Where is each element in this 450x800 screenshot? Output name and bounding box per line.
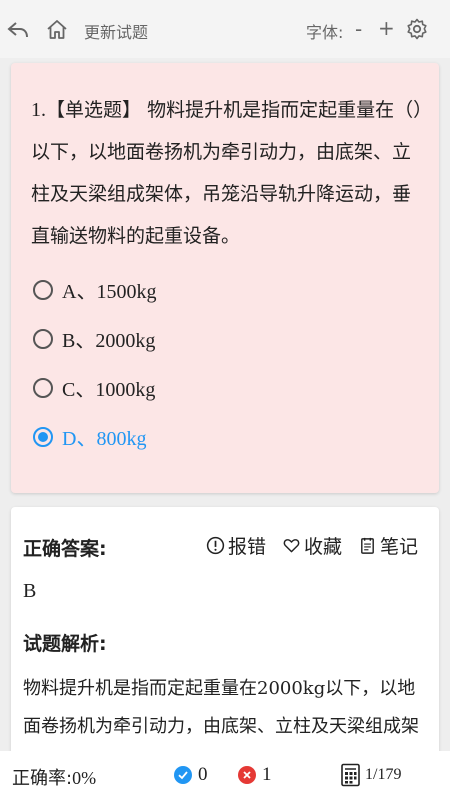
accuracy-label: 正确率:: [12, 768, 73, 789]
update-questions-link[interactable]: 更新试题: [84, 19, 148, 43]
question-stem: 物料提升机是指而定起重量在（）以下，以地面卷扬机为牵引动力，由底架、立柱及天梁组…: [31, 99, 423, 247]
option-b[interactable]: B、2000kg: [33, 324, 155, 353]
note-label: 笔记: [380, 536, 419, 558]
option-label: B、2000kg: [62, 330, 156, 352]
back-arrow-icon[interactable]: [6, 18, 30, 42]
correct-count: 0: [174, 764, 208, 786]
question-number: 1.: [31, 99, 46, 121]
correct-answer-value: B: [23, 580, 37, 602]
heart-icon: [283, 539, 300, 553]
accuracy: 正确率:0%: [12, 764, 96, 790]
page-indicator: 1/179: [365, 766, 402, 783]
top-bar: 更新试题 字体: - +: [0, 0, 450, 58]
gear-icon[interactable]: [405, 17, 429, 41]
radio-selected-icon[interactable]: [33, 426, 53, 447]
correct-answer-label: 正确答案:: [23, 538, 107, 560]
question-grid-icon: [341, 763, 360, 787]
radio-icon[interactable]: [33, 328, 53, 349]
notepad-icon: [361, 537, 374, 554]
font-increase-button[interactable]: +: [378, 16, 395, 40]
option-label: D、800kg: [62, 428, 147, 450]
question-text-block: 1.【单选题】 物料提升机是指而定起重量在（）以下，以地面卷扬机为牵引动力，由底…: [31, 89, 423, 257]
font-size-label: 字体:: [306, 23, 344, 42]
option-label: A、1500kg: [62, 281, 157, 303]
favorite-button[interactable]: 收藏: [282, 532, 342, 559]
option-a[interactable]: A、1500kg: [33, 275, 156, 304]
wrong-count: 1: [238, 764, 272, 786]
question-index-button[interactable]: 1/179: [340, 763, 401, 787]
correct-count-value: 0: [198, 764, 208, 785]
favorite-label: 收藏: [304, 536, 343, 558]
check-icon: [174, 766, 192, 784]
note-button[interactable]: 笔记: [358, 532, 418, 559]
report-error-label: 报错: [228, 536, 267, 558]
report-error-button[interactable]: 报错: [206, 532, 266, 559]
option-d[interactable]: D、800kg: [33, 422, 146, 451]
accuracy-value: 0%: [72, 768, 97, 788]
option-c[interactable]: C、1000kg: [33, 373, 155, 402]
alert-circle-icon: [206, 536, 225, 555]
wrong-count-value: 1: [262, 764, 272, 785]
analysis-label: 试题解析:: [23, 633, 107, 655]
question-card: 1.【单选题】 物料提升机是指而定起重量在（）以下，以地面卷扬机为牵引动力，由底…: [11, 63, 439, 493]
question-type: 【单选题】: [46, 99, 142, 121]
font-decrease-button[interactable]: -: [355, 17, 362, 41]
bottom-bar: 正确率:0% 0 1 1/179: [0, 751, 450, 800]
option-label: C、1000kg: [62, 379, 156, 401]
home-icon[interactable]: [45, 18, 69, 42]
radio-icon[interactable]: [33, 279, 53, 300]
radio-icon[interactable]: [33, 377, 53, 398]
cross-icon: [238, 766, 256, 784]
